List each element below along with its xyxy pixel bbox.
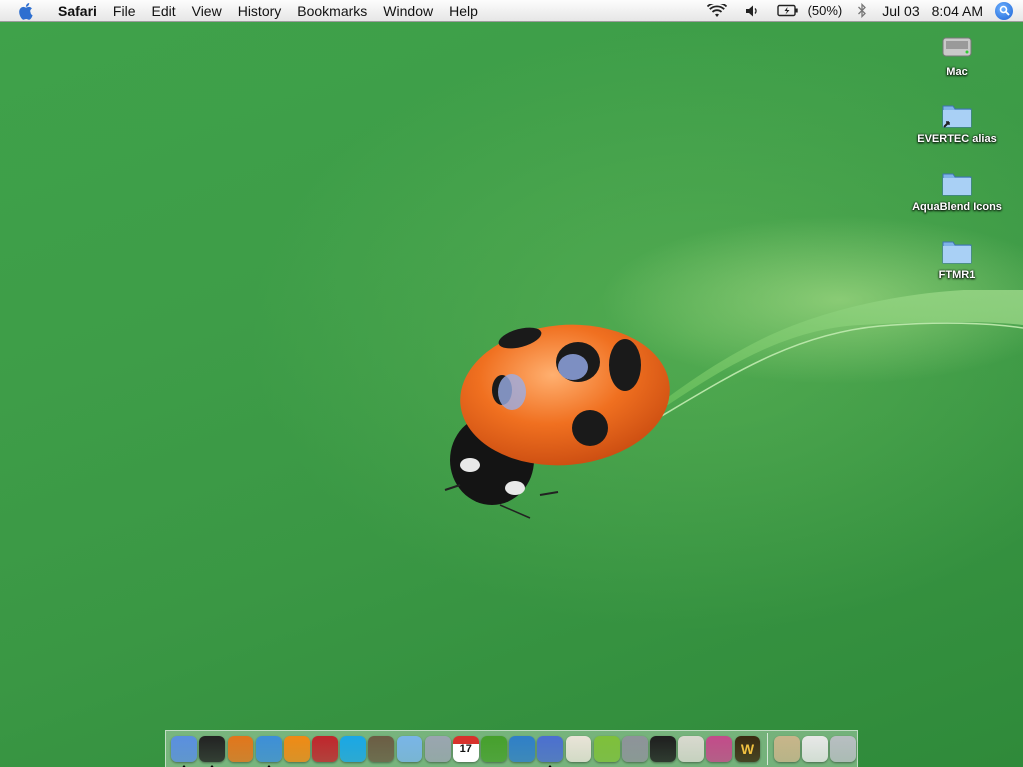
menu-bookmarks[interactable]: Bookmarks — [289, 0, 375, 22]
pencil-icon[interactable] — [706, 736, 733, 762]
documents-icon[interactable] — [801, 736, 828, 762]
menu-history[interactable]: History — [230, 0, 290, 22]
wallpaper-ladybug — [444, 324, 670, 519]
system-prefs-icon[interactable] — [621, 736, 648, 762]
hard-drive-icon — [942, 37, 972, 57]
menu-app-safari[interactable]: Safari — [50, 0, 105, 22]
menu-bar: Safari File Edit View History Bookmarks … — [0, 0, 1023, 22]
battery-icon[interactable] — [776, 4, 799, 17]
desktop-icon-mac[interactable]: Mac — [907, 30, 1007, 78]
status-area: (50%) Jul 03 8:04 AM — [698, 0, 1023, 21]
ichat-icon[interactable] — [537, 736, 564, 767]
menu-window[interactable]: Window — [375, 0, 441, 22]
apple-menu-icon[interactable] — [18, 2, 36, 20]
menu-help[interactable]: Help — [441, 0, 486, 22]
desktop-icon-label: AquaBlend Icons — [912, 201, 1002, 213]
finder-icon[interactable] — [171, 736, 197, 767]
skype-icon[interactable] — [340, 736, 367, 762]
dock-separator — [766, 733, 768, 765]
iphoto-icon[interactable] — [368, 736, 395, 762]
desktop[interactable]: Safari File Edit View History Bookmarks … — [0, 0, 1023, 767]
itunes-icon[interactable] — [396, 736, 423, 762]
office-icon[interactable] — [509, 736, 536, 762]
trash-icon[interactable] — [830, 736, 856, 762]
chess-icon[interactable] — [312, 736, 338, 762]
menu-file[interactable]: File — [105, 0, 144, 22]
dock-item-glyph: 17 — [459, 743, 472, 755]
applications-icon[interactable] — [773, 736, 800, 762]
wifi-icon[interactable] — [706, 3, 727, 18]
dock-item-glyph: W — [740, 741, 755, 757]
vlc-icon[interactable] — [283, 736, 310, 762]
textedit-icon[interactable] — [678, 736, 705, 762]
desktop-icon-label: FTMR1 — [938, 269, 976, 281]
firefox-icon[interactable] — [227, 736, 254, 762]
terminal-icon[interactable] — [650, 736, 676, 762]
target-icon[interactable] — [593, 736, 620, 762]
bluetooth-icon[interactable] — [857, 3, 867, 18]
warcraft-icon[interactable]: W — [734, 736, 761, 762]
dock: 17 W — [165, 730, 858, 767]
dashboard-icon[interactable] — [199, 736, 226, 767]
desktop-icon-aquablend-icons[interactable]: AquaBlend Icons — [907, 165, 1007, 213]
ical-icon[interactable]: 17 — [452, 736, 479, 762]
menu-edit[interactable]: Edit — [143, 0, 183, 22]
volume-icon[interactable] — [745, 4, 759, 18]
clock-time[interactable]: 8:04 AM — [932, 3, 983, 19]
desktop-icon-label: Mac — [946, 66, 968, 78]
clock-date[interactable]: Jul 03 — [882, 3, 919, 19]
desktop-icon-ftmr1[interactable]: FTMR1 — [907, 233, 1007, 281]
desktop-icon-evertec-alias[interactable]: EVERTEC alias — [907, 97, 1007, 145]
spotlight-search-icon[interactable] — [995, 1, 1013, 20]
folder-icon — [942, 241, 972, 264]
menu-view[interactable]: View — [184, 0, 230, 22]
mail-icon[interactable] — [565, 736, 592, 762]
preview-icon[interactable] — [424, 736, 451, 762]
folder-alias-icon — [942, 105, 972, 128]
safari-icon[interactable] — [255, 736, 282, 767]
dreamweaver-icon[interactable] — [481, 736, 507, 762]
folder-icon — [942, 173, 972, 196]
battery-percent[interactable]: (50%) — [808, 3, 843, 18]
desktop-icon-label: EVERTEC alias — [917, 133, 997, 145]
